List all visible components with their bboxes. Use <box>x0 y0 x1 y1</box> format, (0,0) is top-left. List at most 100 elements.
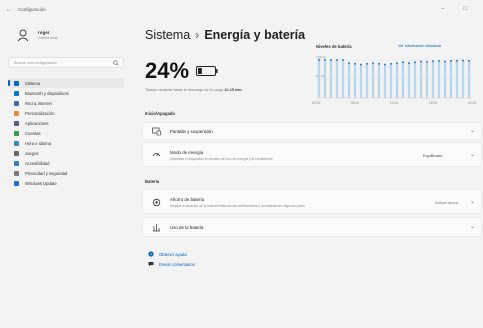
detailed-info-link[interactable]: Ver información detallada <box>398 44 441 48</box>
app-title: Configuración <box>18 7 46 12</box>
breadcrumb-section[interactable]: Sistema <box>145 28 190 42</box>
network-icon <box>14 100 19 106</box>
sidebar-item-windows-update[interactable]: Windows Update <box>8 178 124 188</box>
sidebar-item-red-internet[interactable]: Red & internet <box>8 98 124 108</box>
battery-saver-icon <box>152 198 161 207</box>
search-placeholder: Buscar una configuración <box>14 61 57 65</box>
chart-bar <box>371 63 375 98</box>
chart-bar <box>323 60 327 98</box>
sidebar-item-label: Privacidad y seguridad <box>25 170 68 176</box>
battery-percentage: 24% <box>145 58 190 83</box>
chart-bar <box>461 60 465 98</box>
chart-point <box>384 63 386 66</box>
chart-bar <box>401 62 405 98</box>
chart-bar <box>437 60 441 98</box>
chart-bar <box>449 60 453 98</box>
battery-usage-card[interactable]: Uso de la batería ⌄ <box>142 217 482 237</box>
chart-bar <box>317 60 321 98</box>
chart-y-tick-label: 100 % <box>316 56 326 60</box>
shield-icon <box>14 170 19 176</box>
battery-time-remaining: Tiempo restante hasta la descarga de la … <box>145 88 242 92</box>
chart-bar <box>389 63 393 98</box>
breadcrumb-separator: › <box>195 28 200 42</box>
chart-bar <box>395 63 399 98</box>
chart-point <box>456 59 458 62</box>
power-mode-icon <box>152 153 161 157</box>
chart-bar <box>347 63 351 98</box>
breadcrumb-current: Energía y batería <box>204 28 306 42</box>
sidebar-item-hora-e-idioma[interactable]: Hora e idioma <box>8 138 124 148</box>
gamepad-icon <box>14 150 19 156</box>
chart-bar <box>353 63 357 98</box>
chart-x-tick-label: 18:00 <box>429 101 438 105</box>
chart-x-tick-label: 06:00 <box>351 101 360 105</box>
sidebar-item-personalizaci-n[interactable]: Personalización <box>8 108 124 118</box>
globe-icon <box>14 140 19 146</box>
battery-saver-status: Activar ahora <box>435 200 458 205</box>
chart-point <box>390 62 392 65</box>
power-mode-card[interactable]: Modo de energía Optimizar el dispositivo… <box>142 142 482 167</box>
minimize-button[interactable]: – <box>441 6 444 12</box>
chart-point <box>336 59 338 61</box>
chart-point <box>462 59 464 62</box>
chart-bar <box>383 64 387 98</box>
sidebar-item-sistema[interactable]: Sistema <box>8 78 124 88</box>
maximize-button[interactable]: □ <box>463 6 467 12</box>
user-account-type: Cuenta local <box>38 36 58 40</box>
chart-point <box>330 59 332 61</box>
sidebar-item-label: Windows Update <box>25 180 57 186</box>
sidebar-item-label: Sistema <box>25 80 41 86</box>
send-feedback-label: Enviar comentarios <box>159 261 195 267</box>
send-feedback-link[interactable]: Enviar comentarios <box>148 261 195 267</box>
chart-point <box>372 62 374 64</box>
chart-point <box>324 59 326 61</box>
power-mode-select[interactable]: Equilibrado <box>423 153 442 158</box>
chevron-down-icon: ⌄ <box>469 199 475 205</box>
person-icon <box>14 130 19 136</box>
chevron-down-icon: ⌄ <box>469 152 475 158</box>
power-section-label: Inicio/Apagado <box>145 111 176 116</box>
battery-levels-title: Niveles de batería <box>316 44 352 49</box>
chart-bar <box>431 61 435 98</box>
sidebar-item-cuentas[interactable]: Cuentas <box>8 128 124 138</box>
battery-saver-subtitle: Ampliar la duración de la batería limita… <box>170 204 305 208</box>
battery-saver-card[interactable]: Ahorro de batería Ampliar la duración de… <box>142 189 482 214</box>
search-input[interactable]: Buscar una configuración <box>8 57 124 68</box>
chart-bar <box>425 61 429 98</box>
settings-window: ← Configuración – □ roger Cuenta local B… <box>0 0 483 328</box>
chart-point <box>366 62 368 65</box>
battery-status-value: 1h 15 min <box>224 88 242 92</box>
page-title: Sistema › Energía y batería <box>145 28 305 42</box>
chart-point <box>420 60 422 63</box>
chart-point <box>414 61 416 64</box>
user-name: roger <box>38 30 50 35</box>
monitor-icon <box>14 80 19 86</box>
chart-bar <box>419 61 423 98</box>
power-mode-title: Modo de energía <box>170 150 204 155</box>
chart-point <box>444 60 446 63</box>
chart-bar <box>359 64 363 98</box>
chart-point <box>378 62 380 65</box>
chart-bar <box>329 60 333 98</box>
sidebar-item-accesibilidad[interactable]: Accesibilidad <box>8 158 124 168</box>
sidebar-item-label: Aplicaciones <box>25 120 49 126</box>
battery-saver-title: Ahorro de batería <box>170 197 205 202</box>
sidebar-item-aplicaciones[interactable]: Aplicaciones <box>8 118 124 128</box>
sidebar-nav: Sistema Bluetooth y dispositivos Red & int… <box>8 78 124 188</box>
battery-level-chart: 100 %50 %00:0006:0012:0018:0024:00 <box>312 56 476 106</box>
chart-point <box>396 62 398 64</box>
help-icon: ? <box>148 251 154 257</box>
chart-bar <box>467 60 471 98</box>
back-arrow-icon[interactable]: ← <box>6 7 12 13</box>
apps-icon <box>14 120 19 126</box>
display-icon <box>152 127 161 136</box>
screen-sleep-card[interactable]: Pantalla y suspensión ⌄ <box>142 122 482 140</box>
chart-point <box>348 62 350 64</box>
sidebar-item-label: Hora e idioma <box>25 140 52 146</box>
sidebar-item-juegos[interactable]: Juegos <box>8 148 124 158</box>
sidebar-item-label: Cuentas <box>25 130 41 136</box>
get-help-link[interactable]: ? Obtener ayuda <box>148 251 187 257</box>
sidebar-item-label: Personalización <box>25 110 55 116</box>
sidebar-item-bluetooth-y-dispositivos[interactable]: Bluetooth y dispositivos <box>8 88 124 98</box>
sidebar-item-privacidad-y-seguridad[interactable]: Privacidad y seguridad <box>8 168 124 178</box>
